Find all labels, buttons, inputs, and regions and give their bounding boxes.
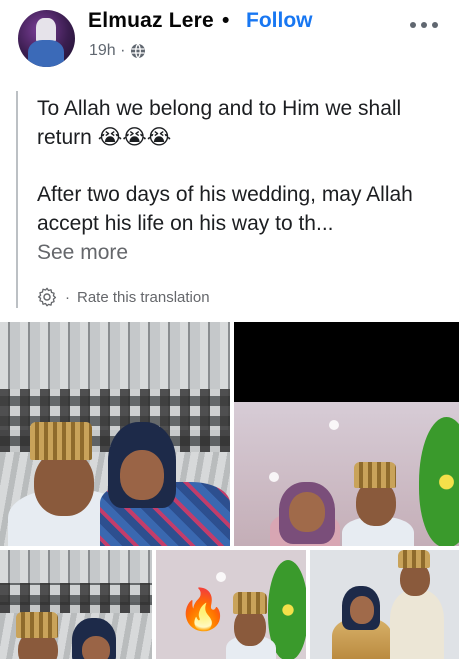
bride-face [120,450,164,500]
more-dot [432,22,438,28]
bride-face [289,492,325,532]
gear-icon[interactable] [36,286,58,308]
avatar-figure-body [28,40,64,67]
light-bulb [269,472,279,482]
groom-cap [398,550,430,568]
groom-cap [233,592,267,614]
groom-robe [390,590,444,659]
post-header: Elmuaz Lere • Follow 19h · [0,0,459,80]
groom-cap [16,612,58,638]
post-meta: 19h · [89,42,146,60]
header-separator: • [222,9,230,32]
post-text: To Allah we belong and to Him we shall r… [37,94,437,267]
avatar-figure [36,18,56,42]
follow-button[interactable]: Follow [246,9,313,33]
see-more-link[interactable]: See more [37,238,437,267]
groom-cap [30,422,92,460]
photo-couple-curtain-small[interactable] [0,550,152,659]
post-text-line: After two days of his wedding, may Allah… [37,183,413,235]
bride-face [82,636,110,659]
light-bulb [216,572,226,582]
globe-icon [131,43,146,59]
author-name[interactable]: Elmuaz Lere [88,9,214,33]
photo-couple-pink-room[interactable] [234,322,459,546]
translation-quote-bar [16,91,18,308]
photo-fire-emoji-room[interactable]: 🔥 [156,550,306,659]
light-bulb [329,420,339,430]
groom-cap [354,462,396,488]
photo-couple-standing[interactable] [310,550,459,659]
translation-separator: · [65,288,70,306]
timestamp[interactable]: 19h · [89,42,125,60]
more-dot [421,22,427,28]
fire-emoji: 🔥 [178,588,228,632]
post-text-line: To Allah we belong and to Him we shall r… [37,97,402,149]
photo-couple-curtain[interactable] [0,322,230,546]
rate-translation-link[interactable]: Rate this translation [77,289,210,306]
translation-row: · Rate this translation [36,286,210,308]
checked-backdrop [0,582,152,616]
more-options-icon[interactable] [410,20,438,30]
more-dot [410,22,416,28]
bride-face [350,596,374,624]
author-avatar[interactable] [18,10,75,67]
